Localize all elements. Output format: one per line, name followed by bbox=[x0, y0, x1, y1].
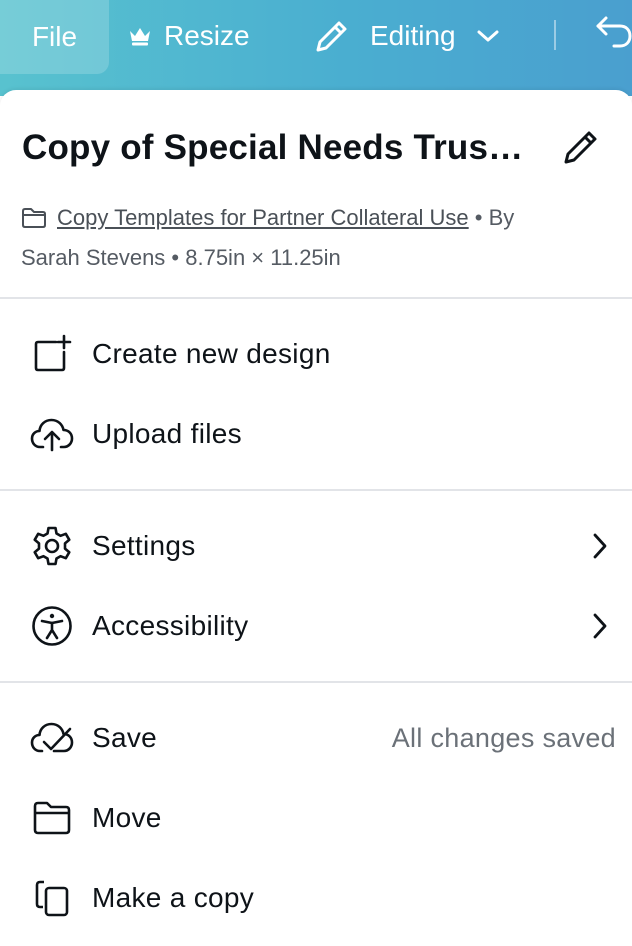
accessibility-label: Accessibility bbox=[92, 610, 249, 641]
section-divider bbox=[0, 489, 632, 491]
create-new-design-label: Create new design bbox=[92, 338, 331, 369]
design-meta: Copy Templates for Partner Collateral Us… bbox=[21, 198, 611, 278]
toolbar-divider bbox=[554, 20, 556, 50]
file-menu-button[interactable]: File bbox=[0, 0, 109, 74]
pencil-icon bbox=[312, 16, 352, 56]
editing-label: Editing bbox=[370, 20, 456, 51]
undo-icon bbox=[594, 14, 632, 50]
crown-icon bbox=[128, 25, 152, 47]
copy-icon bbox=[30, 876, 74, 920]
move-label: Move bbox=[92, 802, 162, 833]
pencil-icon bbox=[564, 131, 597, 164]
resize-button[interactable]: Resize bbox=[128, 12, 250, 60]
upload-files-item[interactable]: Upload files bbox=[30, 406, 610, 462]
file-menu-panel: Copy of Special Needs Trus… Copy Templat… bbox=[0, 90, 632, 946]
by-text: • By bbox=[468, 205, 515, 230]
save-status: All changes saved bbox=[391, 722, 616, 753]
add-page-icon bbox=[30, 332, 74, 376]
design-title[interactable]: Copy of Special Needs Trus… bbox=[22, 128, 523, 168]
create-new-design-item[interactable]: Create new design bbox=[30, 326, 610, 382]
make-a-copy-item[interactable]: Make a copy bbox=[30, 870, 610, 926]
settings-label: Settings bbox=[92, 530, 196, 561]
undo-button[interactable] bbox=[594, 14, 632, 50]
section-divider bbox=[0, 297, 632, 299]
cloud-check-icon bbox=[30, 716, 74, 760]
settings-item[interactable]: Settings bbox=[30, 518, 610, 574]
cloud-upload-icon bbox=[30, 412, 74, 456]
make-a-copy-label: Make a copy bbox=[92, 882, 255, 913]
folder-icon bbox=[21, 207, 47, 229]
file-menu-label: File bbox=[31, 21, 78, 52]
top-toolbar: File Resize Editing bbox=[0, 0, 632, 96]
chevron-down-icon bbox=[476, 29, 500, 43]
folder-icon bbox=[30, 796, 74, 840]
save-label: Save bbox=[92, 722, 158, 753]
save-item[interactable]: Save All changes saved bbox=[30, 710, 616, 766]
chevron-right-icon bbox=[590, 532, 610, 560]
move-item[interactable]: Move bbox=[30, 790, 610, 846]
gear-icon bbox=[30, 524, 74, 568]
accessibility-item[interactable]: Accessibility bbox=[30, 598, 610, 654]
edit-title-button[interactable] bbox=[562, 126, 602, 166]
editing-mode-dropdown[interactable]: Editing bbox=[312, 12, 500, 60]
accessibility-icon bbox=[30, 604, 74, 648]
upload-files-label: Upload files bbox=[92, 418, 242, 449]
folder-link[interactable]: Copy Templates for Partner Collateral Us… bbox=[57, 205, 469, 230]
author-dimensions: Sarah Stevens • 8.75in × 11.25in bbox=[21, 245, 341, 270]
resize-label: Resize bbox=[164, 20, 250, 51]
chevron-right-icon bbox=[590, 612, 610, 640]
section-divider bbox=[0, 681, 632, 683]
design-title-row: Copy of Special Needs Trus… bbox=[22, 126, 612, 170]
